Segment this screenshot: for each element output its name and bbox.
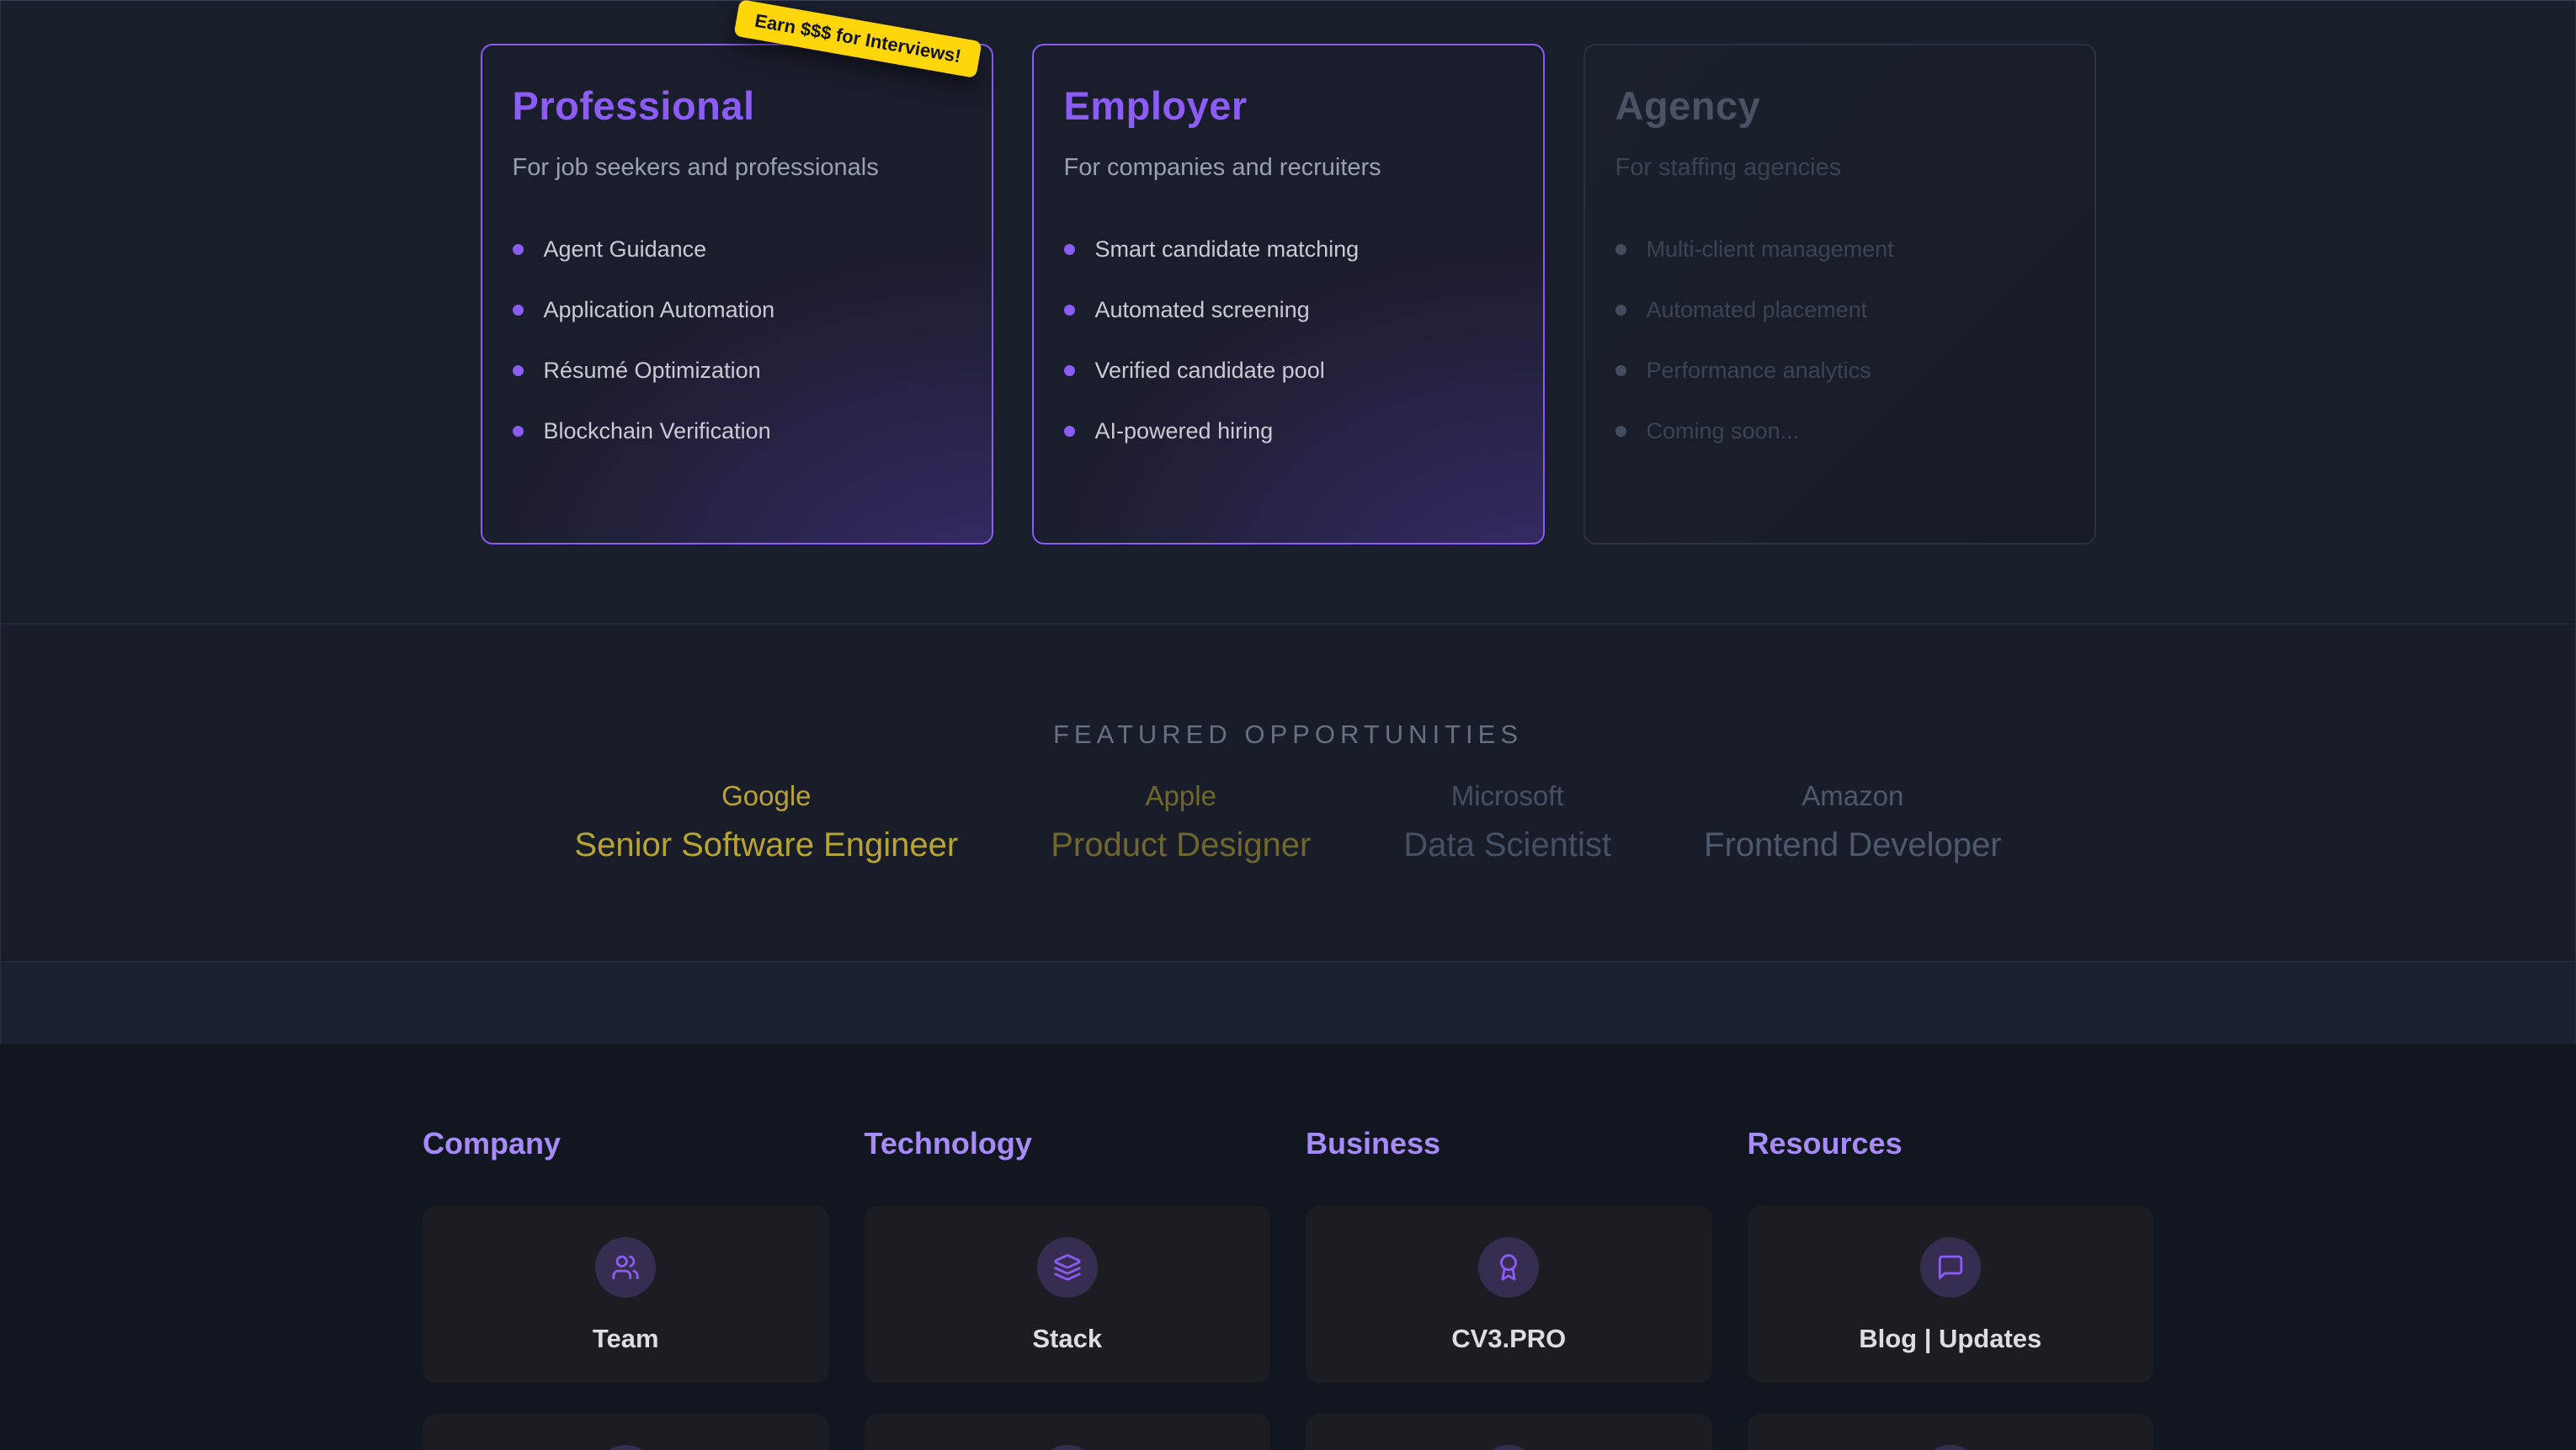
footer-link-hidden[interactable] [1306, 1414, 1712, 1450]
job-title: Senior Software Engineer [574, 828, 958, 862]
footer-heading: Company [423, 1129, 829, 1159]
bullet-dot-icon [513, 426, 524, 437]
plan-card-agency: Agency For staffing agencies Multi-clien… [1583, 44, 2096, 544]
plan-feature-label: Agent Guidance [544, 236, 707, 263]
featured-job-google[interactable]: Google Senior Software Engineer [574, 782, 958, 862]
plan-feature: AI-powered hiring [1064, 401, 1513, 461]
job-company: Apple [1051, 782, 1311, 810]
award-icon [1478, 1237, 1539, 1298]
plan-card-employer[interactable]: Employer For companies and recruiters Sm… [1032, 44, 1545, 544]
plan-feature: Automated placement [1615, 279, 2064, 340]
plan-feature-label: Automated placement [1647, 297, 1868, 323]
plan-subtitle: For staffing agencies [1615, 154, 2064, 182]
footer-link-team[interactable]: Team [423, 1206, 829, 1383]
plan-feature: Agent Guidance [513, 219, 961, 279]
plan-feature-label: Multi-client management [1647, 236, 1894, 263]
plan-feature: Multi-client management [1615, 219, 2064, 279]
footer-link-hidden[interactable] [423, 1414, 829, 1450]
plan-feature-label: Blockchain Verification [544, 418, 771, 444]
footer-link-cv3pro[interactable]: CV3.PRO [1306, 1206, 1712, 1383]
featured-job-microsoft[interactable]: Microsoft Data Scientist [1403, 782, 1611, 862]
plan-title: Agency [1615, 82, 2064, 129]
footer-column-company: Company Team [423, 1129, 829, 1450]
plan-feature: Résumé Optimization [513, 340, 961, 401]
job-title: Data Scientist [1403, 828, 1611, 862]
plan-feature: Blockchain Verification [513, 401, 961, 461]
bullet-dot-icon [1064, 244, 1075, 255]
plan-card-professional[interactable]: Earn $$$ for Interviews! Professional Fo… [481, 44, 993, 544]
footer-link-label: Team [593, 1324, 659, 1354]
plan-feature-list: Agent Guidance Application Automation Ré… [513, 219, 961, 461]
landing-page: Earn $$$ for Interviews! Professional Fo… [0, 0, 2576, 1450]
footer-grid: Company Team Technology [423, 1129, 2153, 1450]
plan-feature: Performance analytics [1615, 340, 2064, 401]
job-title: Product Designer [1051, 828, 1311, 862]
plan-feature: Coming soon... [1615, 401, 2064, 461]
featured-opportunities-section: FEATURED OPPORTUNITIES Google Senior Sof… [0, 624, 2576, 961]
bullet-dot-icon [1064, 365, 1075, 376]
message-square-icon [1920, 1237, 1981, 1298]
footer-heading: Resources [1748, 1129, 2154, 1159]
placeholder-icon [595, 1445, 656, 1450]
footer-heading: Technology [865, 1129, 1271, 1159]
footer-link-hidden[interactable] [1748, 1414, 2154, 1450]
footer: Company Team Technology [0, 1044, 2576, 1450]
bullet-dot-icon [1615, 426, 1626, 437]
footer-column-business: Business CV3.PRO [1306, 1129, 1712, 1450]
section-divider-band [0, 961, 2576, 1044]
plan-feature-label: Application Automation [544, 297, 775, 323]
footer-link-stack[interactable]: Stack [865, 1206, 1271, 1383]
featured-jobs-row: Google Senior Software Engineer Apple Pr… [1, 782, 2575, 862]
bullet-dot-icon [513, 365, 524, 376]
job-company: Amazon [1704, 782, 2002, 810]
layers-icon [1037, 1237, 1098, 1298]
footer-link-label: Blog | Updates [1859, 1324, 2041, 1354]
plan-feature-label: AI-powered hiring [1095, 418, 1274, 444]
placeholder-icon [1920, 1445, 1981, 1450]
featured-job-apple[interactable]: Apple Product Designer [1051, 782, 1311, 862]
bullet-dot-icon [1064, 426, 1075, 437]
job-company: Microsoft [1403, 782, 1611, 810]
plan-feature: Verified candidate pool [1064, 340, 1513, 401]
footer-column-technology: Technology Stack [865, 1129, 1271, 1450]
bullet-dot-icon [513, 244, 524, 255]
plan-feature-list: Smart candidate matching Automated scree… [1064, 219, 1513, 461]
plan-feature-label: Smart candidate matching [1095, 236, 1360, 263]
footer-heading: Business [1306, 1129, 1712, 1159]
footer-link-blog-updates[interactable]: Blog | Updates [1748, 1206, 2154, 1383]
plan-feature: Automated screening [1064, 279, 1513, 340]
job-title: Frontend Developer [1704, 828, 2002, 862]
users-icon [595, 1237, 656, 1298]
plan-feature: Smart candidate matching [1064, 219, 1513, 279]
plan-title: Professional [513, 82, 961, 129]
plan-feature-label: Automated screening [1095, 297, 1310, 323]
plan-feature: Application Automation [513, 279, 961, 340]
featured-heading: FEATURED OPPORTUNITIES [1, 624, 2575, 750]
bullet-dot-icon [513, 305, 524, 316]
plan-feature-label: Coming soon... [1647, 418, 1800, 444]
plan-feature-label: Performance analytics [1647, 358, 1871, 384]
bullet-dot-icon [1615, 305, 1626, 316]
bullet-dot-icon [1064, 305, 1075, 316]
placeholder-icon [1478, 1445, 1539, 1450]
plan-feature-list: Multi-client management Automated placem… [1615, 219, 2064, 461]
job-company: Google [574, 782, 958, 810]
plan-feature-label: Résumé Optimization [544, 358, 761, 384]
bullet-dot-icon [1615, 244, 1626, 255]
plan-title: Employer [1064, 82, 1513, 129]
footer-link-label: Stack [1032, 1324, 1102, 1354]
earn-badge: Earn $$$ for Interviews! [733, 0, 982, 78]
plans-section: Earn $$$ for Interviews! Professional Fo… [0, 0, 2576, 624]
footer-column-resources: Resources Blog | Updates [1748, 1129, 2154, 1450]
bullet-dot-icon [1615, 365, 1626, 376]
plan-feature-label: Verified candidate pool [1095, 358, 1325, 384]
footer-link-label: CV3.PRO [1451, 1324, 1566, 1354]
featured-job-amazon[interactable]: Amazon Frontend Developer [1704, 782, 2002, 862]
plan-subtitle: For job seekers and professionals [513, 154, 961, 182]
footer-link-hidden[interactable] [865, 1414, 1271, 1450]
placeholder-icon [1037, 1445, 1098, 1450]
plan-subtitle: For companies and recruiters [1064, 154, 1513, 182]
plans-grid: Earn $$$ for Interviews! Professional Fo… [1, 1, 2575, 544]
